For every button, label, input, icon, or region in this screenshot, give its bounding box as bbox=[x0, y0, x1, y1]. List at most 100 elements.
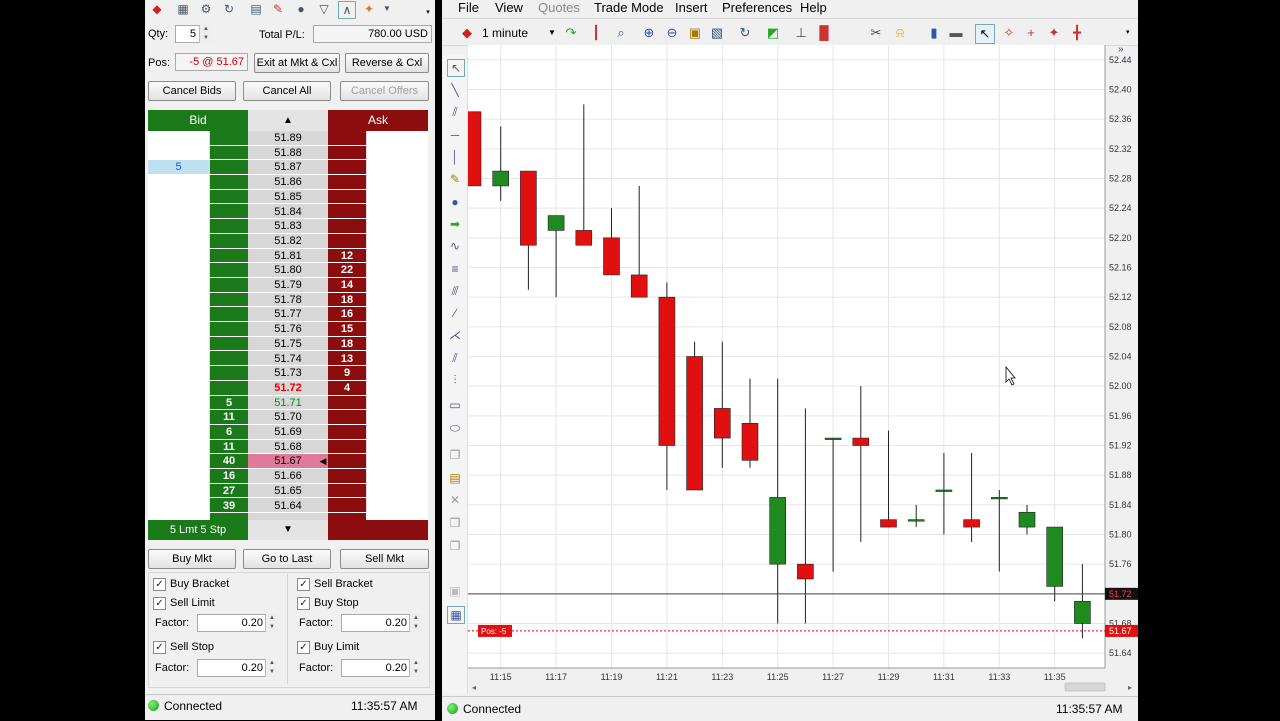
candle-body[interactable] bbox=[797, 563, 814, 580]
sell-mkt-button[interactable]: Sell Mkt bbox=[340, 549, 429, 569]
price-chart[interactable]: 52.44 52.40 52.36 52.32 52.28 52.24 52.20 52.16… bbox=[468, 45, 1138, 693]
factor-spinner-1[interactable]: ▲ ▼ bbox=[265, 614, 278, 632]
bid-size-cell[interactable]: 39 bbox=[210, 498, 248, 514]
ask-size-cell[interactable]: 16 bbox=[328, 307, 366, 323]
my-ask-cell[interactable] bbox=[366, 483, 428, 499]
fib-fan-icon[interactable]: ⫻ bbox=[447, 283, 463, 299]
ask-size-cell[interactable] bbox=[328, 439, 366, 455]
my-ask-cell[interactable] bbox=[366, 307, 428, 323]
bid-size-cell[interactable] bbox=[210, 336, 248, 352]
select-icon[interactable]: ↖ bbox=[447, 59, 465, 77]
ask-size-cell[interactable] bbox=[328, 131, 366, 146]
bid-size-cell[interactable]: 5 bbox=[210, 395, 248, 411]
factor-input-2[interactable]: 0.20 bbox=[341, 614, 411, 632]
my-bid-cell[interactable] bbox=[148, 336, 210, 352]
bid-size-cell[interactable] bbox=[210, 160, 248, 176]
candle-body[interactable] bbox=[468, 111, 482, 187]
bid-size-cell[interactable] bbox=[210, 145, 248, 161]
factor-spinner-4[interactable]: ▲ ▼ bbox=[409, 659, 422, 677]
my-bid-cell[interactable] bbox=[148, 425, 210, 440]
candle-body[interactable] bbox=[935, 489, 953, 492]
sell-stop-checkbox[interactable]: ✓ bbox=[153, 641, 166, 654]
my-bid-cell[interactable] bbox=[148, 278, 210, 293]
gann-icon[interactable]: ∕ bbox=[447, 305, 463, 321]
copy-icon[interactable]: ❐ bbox=[447, 447, 463, 463]
ask-size-cell[interactable] bbox=[328, 175, 366, 190]
h-scrollbar[interactable] bbox=[468, 682, 1138, 692]
factor-input-1[interactable]: 0.20 bbox=[197, 614, 267, 632]
my-bid-cell[interactable] bbox=[148, 410, 210, 425]
indicator-icon[interactable]: ◩ bbox=[764, 24, 782, 42]
candle-body[interactable] bbox=[852, 437, 870, 446]
candle-body[interactable] bbox=[686, 356, 703, 491]
my-ask-cell[interactable] bbox=[366, 145, 428, 161]
horizontal-line-icon[interactable]: ─ bbox=[447, 127, 463, 143]
swirl-icon[interactable]: ↻ bbox=[221, 1, 237, 17]
globe-icon[interactable]: ● bbox=[293, 1, 309, 17]
menu-file[interactable]: File bbox=[458, 0, 479, 16]
bid-size-cell[interactable] bbox=[210, 204, 248, 220]
sell-bracket-checkbox[interactable]: ✓ bbox=[297, 578, 310, 591]
my-bid-cell[interactable] bbox=[148, 483, 210, 499]
factor-spinner-2[interactable]: ▲ ▼ bbox=[409, 614, 422, 632]
ask-size-cell[interactable]: 15 bbox=[328, 322, 366, 337]
candle-body[interactable] bbox=[658, 296, 676, 446]
candle-body[interactable] bbox=[630, 274, 648, 298]
cancel-all-button[interactable]: Cancel All bbox=[243, 81, 331, 101]
candle-body[interactable] bbox=[575, 230, 593, 246]
menu-quotes[interactable]: Quotes bbox=[538, 0, 580, 16]
swirl-icon[interactable]: ↻ bbox=[736, 24, 754, 42]
my-bid-cell[interactable] bbox=[148, 469, 210, 484]
scroll-right-arrow-icon[interactable]: ▸ bbox=[1128, 683, 1132, 692]
my-ask-cell[interactable] bbox=[366, 248, 428, 264]
my-bid-cell[interactable] bbox=[148, 322, 210, 337]
ask-size-cell[interactable] bbox=[328, 425, 366, 440]
my-bid-cell[interactable] bbox=[148, 233, 210, 249]
my-bid-cell[interactable] bbox=[148, 380, 210, 396]
candle-body[interactable] bbox=[990, 497, 1008, 500]
candle-body[interactable] bbox=[741, 422, 759, 461]
ask-size-cell[interactable]: 4 bbox=[328, 380, 366, 396]
ask-size-cell[interactable] bbox=[328, 483, 366, 499]
bid-size-cell[interactable]: 11 bbox=[210, 439, 248, 455]
image-icon[interactable]: ▧ bbox=[708, 24, 726, 42]
my-ask-cell[interactable] bbox=[366, 233, 428, 249]
menu-insert[interactable]: Insert bbox=[675, 0, 708, 16]
h-scroll-thumb[interactable] bbox=[1064, 682, 1106, 692]
buy-bracket-checkbox[interactable]: ✓ bbox=[153, 578, 166, 591]
bid-size-cell[interactable]: 16 bbox=[210, 469, 248, 484]
toolbar-overflow-icon[interactable]: ▾ bbox=[1126, 28, 1130, 36]
scroll-up-icon[interactable]: ▲ bbox=[248, 110, 328, 131]
ask-size-cell[interactable] bbox=[328, 160, 366, 176]
candle-body[interactable] bbox=[1018, 511, 1036, 528]
hierarchy-icon[interactable]: ⊥ bbox=[792, 24, 810, 42]
crosshair-icon[interactable]: ✧ bbox=[1000, 24, 1018, 42]
trendline-icon[interactable]: ╲ bbox=[447, 82, 463, 98]
candle-body[interactable] bbox=[547, 215, 565, 231]
menu-trade-mode[interactable]: Trade Mode bbox=[594, 0, 664, 16]
bid-size-cell[interactable] bbox=[210, 248, 248, 264]
shield-icon[interactable]: ▽ bbox=[316, 1, 332, 17]
bid-size-cell[interactable] bbox=[210, 175, 248, 190]
candle-body[interactable] bbox=[1074, 600, 1091, 624]
callout-icon[interactable]: ● bbox=[447, 194, 463, 210]
scroll-left-icon[interactable]: ◂ bbox=[472, 683, 476, 692]
bid-size-cell[interactable] bbox=[210, 351, 248, 367]
qty-input[interactable]: 5 bbox=[175, 25, 200, 43]
my-ask-cell[interactable] bbox=[366, 160, 428, 176]
ask-size-cell[interactable]: 13 bbox=[328, 351, 366, 367]
sell-limit-checkbox[interactable]: ✓ bbox=[153, 597, 166, 610]
ask-size-cell[interactable] bbox=[328, 469, 366, 484]
rectangle-icon[interactable]: ▭ bbox=[447, 397, 463, 413]
wave-icon[interactable]: ∿ bbox=[447, 238, 463, 254]
my-bid-cell[interactable] bbox=[148, 189, 210, 205]
zoom-icon[interactable]: ⌕ bbox=[612, 24, 630, 42]
my-bid-cell[interactable]: 5 bbox=[148, 160, 210, 176]
ask-size-cell[interactable]: 12 bbox=[328, 248, 366, 264]
vertical-line-icon[interactable]: │ bbox=[447, 149, 463, 165]
menu-preferences[interactable]: Preferences bbox=[722, 0, 792, 16]
my-ask-cell[interactable] bbox=[366, 366, 428, 381]
menu-view[interactable]: View bbox=[495, 0, 523, 16]
my-ask-cell[interactable] bbox=[366, 336, 428, 352]
speed-lines-icon[interactable]: ⫽ bbox=[447, 350, 463, 366]
